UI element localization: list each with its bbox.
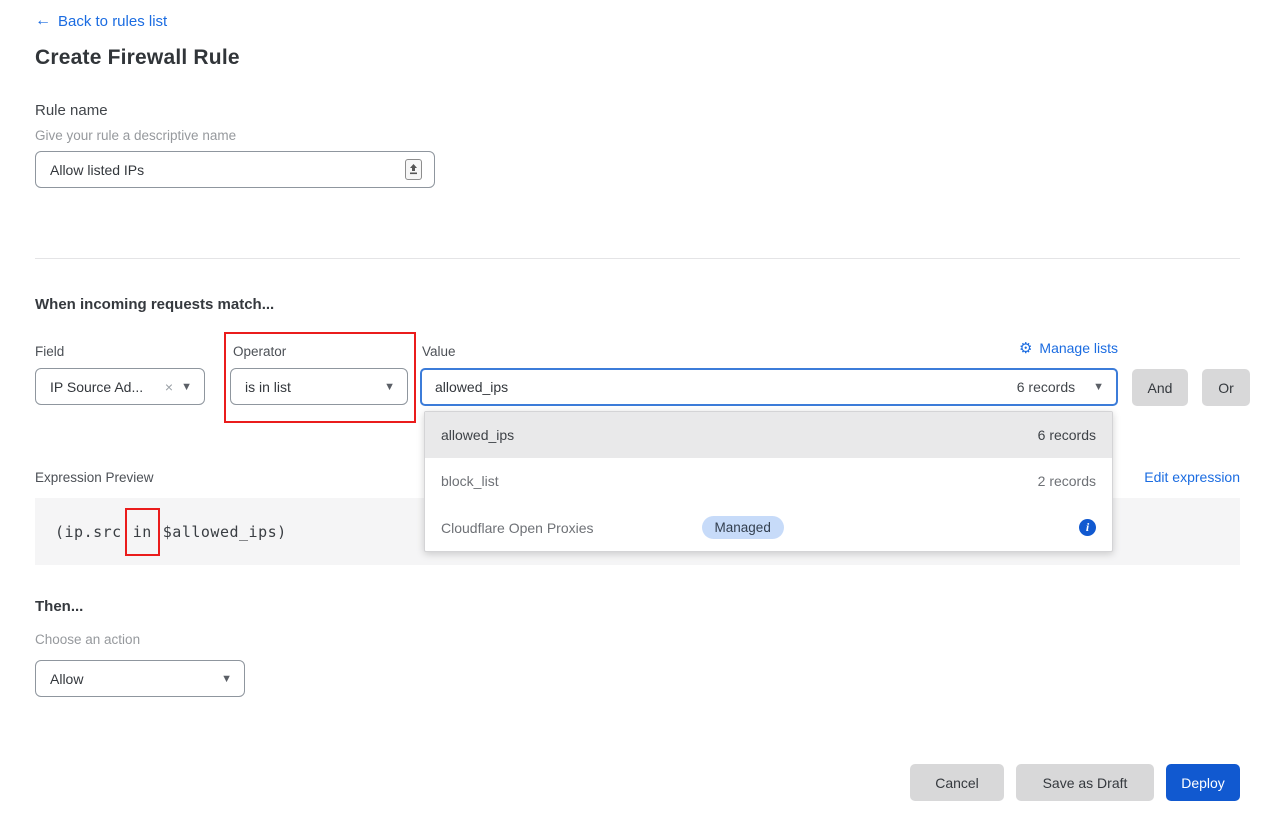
cancel-button[interactable]: Cancel — [910, 764, 1004, 801]
section-divider — [35, 258, 1240, 259]
list-option-block-list[interactable]: block_list 2 records — [425, 458, 1112, 504]
expression-preview-label: Expression Preview — [35, 470, 154, 485]
value-column-label: Value — [422, 344, 456, 359]
create-firewall-rule-page: ← Back to rules list Create Firewall Rul… — [0, 0, 1273, 823]
gear-icon: ⚙ — [1019, 341, 1032, 356]
match-heading: When incoming requests match... — [35, 296, 274, 313]
action-caret-icon: ▼ — [221, 673, 232, 685]
value-records-count: 6 records — [1017, 379, 1075, 395]
rule-name-input[interactable]: Allow listed IPs — [35, 151, 435, 188]
list-option-cloudflare-open-proxies[interactable]: Cloudflare Open Proxies Managed i — [425, 505, 1112, 551]
or-button[interactable]: Or — [1202, 369, 1250, 406]
list-option-name: allowed_ips — [441, 427, 514, 443]
expression-code-after: $allowed_ips) — [163, 523, 287, 541]
value-combobox[interactable]: allowed_ips 6 records ▼ — [420, 368, 1118, 406]
field-caret-icon: ▼ — [181, 381, 192, 393]
operator-select[interactable]: is in list ▼ — [230, 368, 408, 405]
expression-code-before: (ip.src — [55, 523, 122, 541]
action-hint: Choose an action — [35, 632, 140, 647]
list-option-records: 6 records — [1038, 427, 1096, 443]
back-link-label: Back to rules list — [58, 13, 167, 30]
save-as-draft-button[interactable]: Save as Draft — [1016, 764, 1154, 801]
manage-lists-label: Manage lists — [1039, 340, 1118, 356]
operator-caret-icon: ▼ — [384, 381, 395, 393]
value-combobox-text: allowed_ips — [435, 379, 508, 395]
and-button[interactable]: And — [1132, 369, 1188, 406]
action-select-value: Allow — [50, 671, 213, 687]
field-select[interactable]: IP Source Ad... × ▼ — [35, 368, 205, 405]
field-select-value: IP Source Ad... — [50, 379, 159, 395]
operator-select-value: is in list — [245, 379, 376, 395]
page-title: Create Firewall Rule — [35, 46, 240, 70]
autofill-glyph — [409, 164, 418, 175]
field-column-label: Field — [35, 344, 64, 359]
back-arrow-icon: ← — [35, 12, 51, 30]
clear-field-icon[interactable]: × — [165, 379, 173, 395]
rule-name-value: Allow listed IPs — [50, 162, 144, 178]
value-caret-icon: ▼ — [1093, 381, 1104, 393]
list-option-records: 2 records — [1038, 473, 1096, 489]
manage-lists-link[interactable]: ⚙ Manage lists — [1002, 340, 1118, 356]
deploy-button[interactable]: Deploy — [1166, 764, 1240, 801]
list-option-name: Cloudflare Open Proxies — [441, 520, 594, 536]
rule-name-label: Rule name — [35, 102, 108, 119]
back-to-rules-link[interactable]: ← Back to rules list — [35, 12, 167, 30]
list-option-name: block_list — [441, 473, 499, 489]
action-select[interactable]: Allow ▼ — [35, 660, 245, 697]
operator-column-label: Operator — [233, 344, 286, 359]
info-icon[interactable]: i — [1079, 519, 1096, 536]
list-option-allowed-ips[interactable]: allowed_ips 6 records — [425, 412, 1112, 458]
rule-name-hint: Give your rule a descriptive name — [35, 128, 236, 143]
in-highlight-box: in — [125, 508, 160, 556]
lists-dropdown-panel: allowed_ips 6 records block_list 2 recor… — [424, 411, 1113, 552]
managed-badge: Managed — [702, 516, 784, 539]
autofill-icon — [405, 159, 422, 180]
then-heading: Then... — [35, 598, 83, 615]
